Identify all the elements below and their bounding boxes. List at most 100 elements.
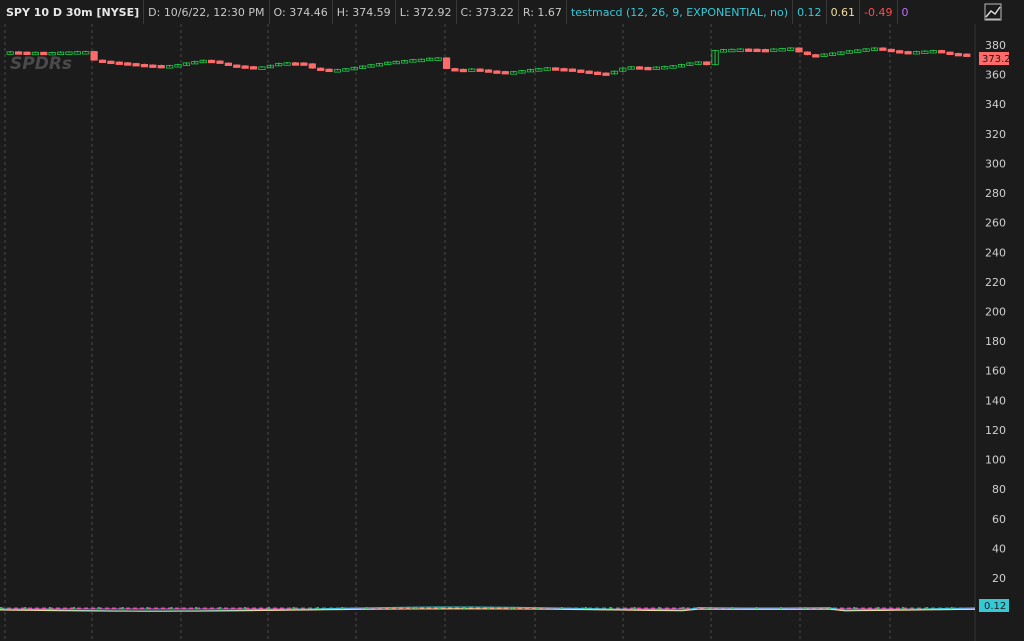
candle-up [921,50,929,54]
price-tag: 373.22 [979,52,1017,65]
candle-down [896,50,904,54]
close-readout: C: 373.22 [457,0,519,24]
histogram-bar [901,607,904,609]
price-tick-label: 40 [992,542,1006,555]
histogram-bar [950,607,953,609]
candle-down [493,70,501,74]
study-value-macd: 0.12 [793,0,827,24]
candle-down [560,68,568,72]
histogram-bar [682,607,685,609]
symbol-label[interactable]: SPY 10 D 30m [NYSE] [0,0,145,24]
histogram-bar [268,607,271,609]
histogram-bar [658,607,661,609]
candle-down [552,67,560,71]
price-tick-label: 380 [985,39,1006,52]
low-readout: L: 372.92 [396,0,457,24]
candle-down [476,68,484,72]
price-tick-label: 360 [985,69,1006,82]
candle-down [291,62,300,66]
histogram-bar [438,607,441,609]
candle-down [753,48,761,53]
candle-down [308,63,316,69]
chart-header: SPY 10 D 30m [NYSE] D: 10/6/22, 12:30 PM… [0,0,1024,24]
histogram-bar [170,607,173,609]
histogram-bar [780,607,782,609]
lower-tag-text: 0.12 [984,601,1006,612]
price-tick-label: 240 [985,246,1006,259]
lower-tag: 0.12 [979,599,1009,612]
histogram-bar [97,607,100,609]
candle-down [484,69,493,73]
histogram-bar [121,607,124,609]
candle-down [795,47,803,53]
candle-down [124,62,132,66]
candle-up [736,48,744,52]
study-label[interactable]: testmacd (12, 26, 9, EXPONENTIAL, no) [567,0,794,24]
candles [6,47,971,76]
histogram-bar [755,607,758,609]
histogram-bar [560,607,563,609]
open-readout: O: 374.46 [270,0,333,24]
histogram-bar [804,607,807,609]
candle-up [82,51,90,55]
candle-down [602,72,610,76]
candle-down [317,67,325,71]
candle-down [879,47,887,51]
candle-down [23,51,31,56]
drawing-tools-icon[interactable] [984,3,1002,21]
candle-up [434,57,442,61]
histogram-bar [292,607,295,609]
candle-up [468,68,476,72]
candle-down [442,57,451,69]
candle-up [778,48,786,52]
price-tick-label: 100 [985,454,1006,467]
candle-down [644,66,652,71]
candle-down [98,59,107,64]
candle-down [300,62,308,66]
histogram-bar [316,607,319,609]
histogram-bar [414,607,417,609]
histogram-bar [341,607,344,609]
price-tick-label: 340 [985,98,1006,111]
candle-down [585,70,593,74]
range-readout: R: 1.67 [519,0,567,24]
histogram-bar [536,607,539,609]
histogram-bar [365,607,368,609]
histogram-bar [585,607,587,609]
macd-lines [0,606,976,612]
candle-down [132,63,140,67]
price-tick-label: 280 [985,187,1006,200]
price-tick-label: 20 [992,572,1006,585]
price-axis: 380 360 340 320 300 280 260 240 220 200 180 160 140 1… [985,39,1006,585]
candle-down [249,66,258,70]
histogram-bar [828,607,831,609]
candle-up [333,69,342,73]
candle-down [703,61,711,66]
histogram-bar [877,607,880,609]
histogram-bar [195,607,197,609]
price-tick-label: 80 [992,483,1006,496]
price-tick-label: 320 [985,128,1006,141]
candle-down [90,51,98,61]
histogram-bar [926,607,929,609]
price-tick-label: 220 [985,276,1006,289]
high-readout: H: 374.59 [333,0,396,24]
price-tick-label: 60 [992,513,1006,526]
candle-down [904,51,912,55]
candle-down [149,64,157,68]
candle-down [745,48,753,52]
candle-down [451,68,459,72]
study-value-signal: 0.61 [827,0,861,24]
histogram-bar [48,607,51,609]
histogram-bar [24,607,27,609]
histogram-bar [633,607,636,609]
study-value-diff: -0.49 [860,0,898,24]
histogram-bar [463,607,466,609]
price-chart[interactable]: 380 360 340 320 300 280 260 240 220 200 180 160 140 1… [0,24,1024,641]
price-tick-label: 260 [985,217,1006,230]
candle-down [593,71,602,75]
histogram-bar [73,607,76,609]
histogram-bar [487,607,490,609]
histogram-bar [219,607,222,609]
candle-up [73,51,81,55]
